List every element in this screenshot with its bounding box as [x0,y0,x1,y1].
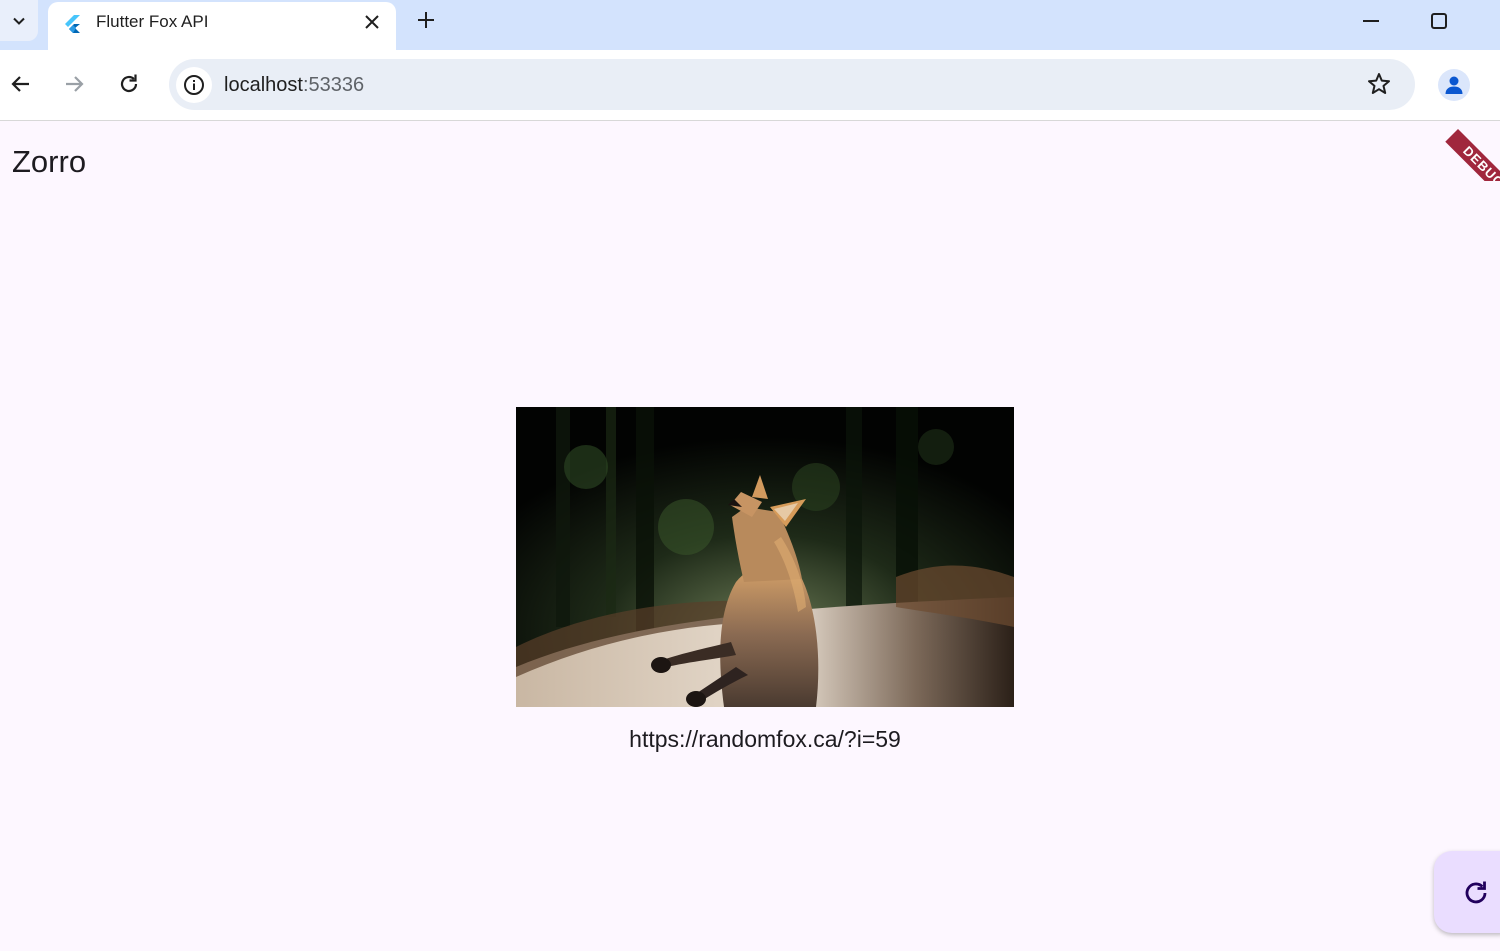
refresh-icon [1465,881,1487,904]
address-bar[interactable]: localhost:53336 [169,59,1415,110]
bookmark-star-icon[interactable] [1366,71,1392,97]
profile-avatar-button[interactable] [1438,69,1470,101]
url-text: localhost:53336 [224,73,364,97]
url-port: :53336 [302,74,365,96]
maximize-window-icon[interactable] [1428,10,1450,32]
flutter-logo-icon [65,15,80,33]
minimize-window-icon[interactable] [1360,10,1382,32]
site-info-button[interactable] [176,67,212,103]
fox-image-url: https://randomfox.ca/?i=59 [629,726,901,752]
new-tab-plus-icon[interactable] [415,9,437,31]
browser-tab-active[interactable]: Flutter Fox API [48,2,396,50]
debug-banner-label: DEBUG [1445,129,1500,181]
info-icon [184,75,204,95]
url-host: localhost [224,74,303,96]
close-tab-icon[interactable] [362,12,382,32]
browser-tab-strip: Flutter Fox API [0,0,1500,50]
person-icon [1445,76,1463,94]
tab-search-button[interactable] [0,0,38,41]
browser-toolbar: localhost:53336 [0,50,1500,121]
chevron-down-icon [13,17,25,25]
back-arrow-icon[interactable] [8,71,34,97]
app-bar-title: Zorro [12,144,87,179]
debug-banner: DEBUG [1440,121,1500,181]
tab-title: Flutter Fox API [96,12,209,31]
forward-arrow-icon[interactable] [61,71,87,97]
reload-icon[interactable] [116,71,142,97]
refresh-fab-button[interactable] [1434,851,1500,933]
fox-image [516,407,1014,707]
